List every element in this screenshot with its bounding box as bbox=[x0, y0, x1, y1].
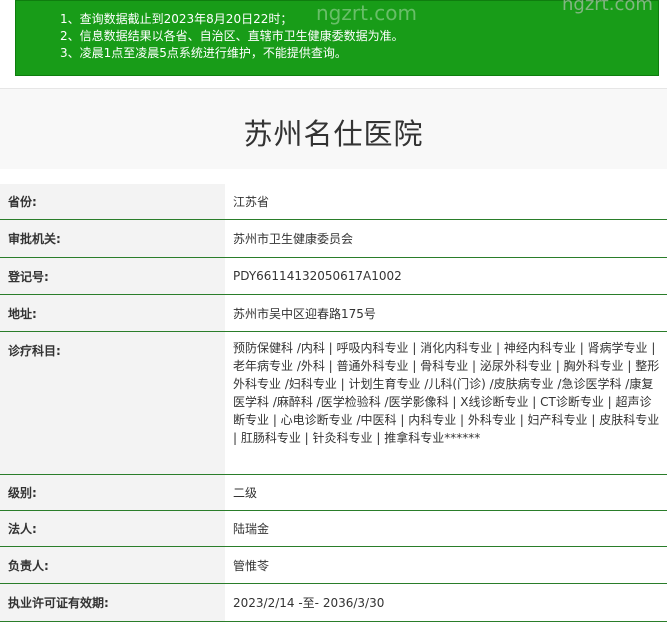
row-director: 负责人: 管惟苓 bbox=[0, 547, 667, 584]
notice-line-2: 2、信息数据结果以各省、自治区、直辖市卫生健康委数据为准。 bbox=[60, 29, 404, 43]
row-register: 登记号: PDY66114132050617A1002 bbox=[0, 258, 667, 295]
register-value: PDY66114132050617A1002 bbox=[233, 269, 402, 283]
page-title: 苏州名仕医院 bbox=[243, 117, 424, 151]
validity-value: 2023/2/14 -至- 2036/3/30 bbox=[233, 596, 385, 610]
address-value: 苏州市吴中区迎春路175号 bbox=[233, 306, 376, 321]
province-label: 省份: bbox=[0, 184, 225, 219]
approval-label: 审批机关: bbox=[0, 220, 225, 257]
approval-value: 苏州市卫生健康委员会 bbox=[233, 232, 354, 246]
row-subjects: 诊疗科目: 预防保健科 /内科 | 呼吸内科专业 | 消化内科专业 | 神经内科… bbox=[0, 332, 667, 475]
title-area: 苏州名仕医院 bbox=[0, 88, 667, 169]
address-label: 地址: bbox=[0, 295, 225, 331]
legal-label: 法人: bbox=[0, 511, 225, 546]
row-validity: 执业许可证有效期: 2023/2/14 -至- 2036/3/30 bbox=[0, 584, 667, 622]
notice-line-3: 3、凌晨1点至凌晨5点系统进行维护，不能提供查询。 bbox=[60, 46, 347, 60]
level-value: 二级 bbox=[233, 486, 258, 500]
province-value: 江苏省 bbox=[233, 195, 270, 209]
row-province: 省份: 江苏省 bbox=[0, 184, 667, 220]
row-address: 地址: 苏州市吴中区迎春路175号 bbox=[0, 295, 667, 332]
watermark-corner: ngzrt.com bbox=[562, 0, 653, 15]
page: 1、查询数据截止到2023年8月20日22时； 2、信息数据结果以各省、自治区、… bbox=[0, 0, 667, 627]
legal-value: 陆瑞金 bbox=[233, 522, 270, 536]
level-label: 级别: bbox=[0, 475, 225, 510]
register-label: 登记号: bbox=[0, 258, 225, 294]
director-label: 负责人: bbox=[0, 547, 225, 583]
row-legal: 法人: 陆瑞金 bbox=[0, 511, 667, 547]
director-value: 管惟苓 bbox=[233, 558, 270, 573]
row-approval: 审批机关: 苏州市卫生健康委员会 bbox=[0, 220, 667, 258]
row-level: 级别: 二级 bbox=[0, 475, 667, 511]
watermark: ngzrt.com bbox=[316, 1, 418, 25]
subjects-value: 预防保健科 /内科 | 呼吸内科专业 | 消化内科专业 | 神经内科专业 | 肾… bbox=[233, 341, 660, 445]
subjects-label: 诊疗科目: bbox=[0, 332, 225, 474]
info-table: 省份: 江苏省 审批机关: 苏州市卫生健康委员会 登记号: PDY6611413… bbox=[0, 184, 667, 622]
validity-label: 执业许可证有效期: bbox=[0, 584, 225, 621]
